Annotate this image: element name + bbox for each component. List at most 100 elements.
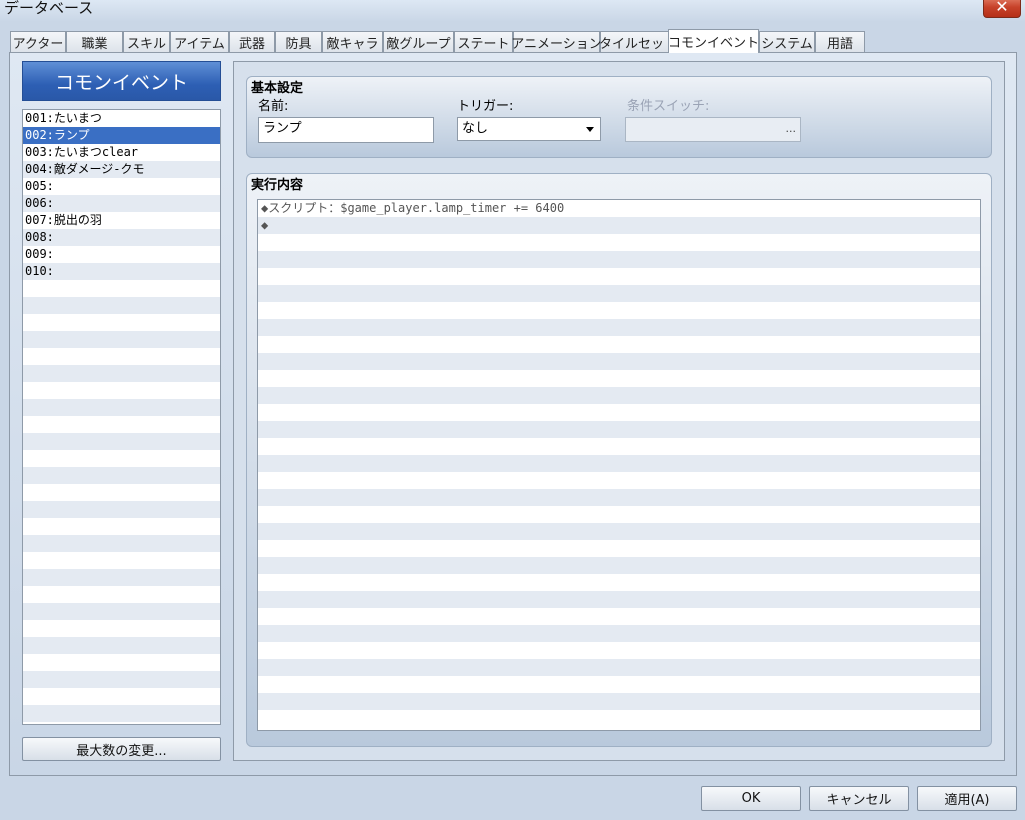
command-row[interactable] — [258, 319, 980, 336]
list-item[interactable] — [23, 603, 220, 620]
chevron-down-icon — [586, 127, 594, 132]
command-row[interactable] — [258, 608, 980, 625]
close-button[interactable]: ✕ — [983, 0, 1021, 18]
list-item[interactable] — [23, 416, 220, 433]
tab-5[interactable]: 防具 — [275, 31, 322, 52]
list-item[interactable]: 003:たいまつclear — [23, 144, 220, 161]
command-row[interactable] — [258, 574, 980, 591]
apply-button[interactable]: 適用(A) — [917, 786, 1017, 811]
command-row[interactable] — [258, 523, 980, 540]
list-item[interactable] — [23, 705, 220, 722]
list-item[interactable]: 002:ランプ — [23, 127, 220, 144]
command-row[interactable] — [258, 557, 980, 574]
command-row[interactable] — [258, 642, 980, 659]
command-row[interactable] — [258, 540, 980, 557]
command-row[interactable]: ◆スクリプト：$game_player.lamp_timer += 6400 — [258, 200, 980, 217]
command-row[interactable] — [258, 693, 980, 710]
tab-11[interactable]: コモンイベント — [668, 29, 759, 53]
list-item[interactable] — [23, 654, 220, 671]
list-item[interactable]: 006: — [23, 195, 220, 212]
list-item[interactable] — [23, 280, 220, 297]
command-row[interactable] — [258, 302, 980, 319]
list-item[interactable]: 008: — [23, 229, 220, 246]
tab-12[interactable]: システム — [759, 31, 815, 52]
command-row[interactable] — [258, 455, 980, 472]
tab-10[interactable]: タイルセット — [599, 31, 677, 52]
list-item[interactable] — [23, 620, 220, 637]
list-item[interactable] — [23, 297, 220, 314]
tab-8[interactable]: ステート — [454, 31, 513, 52]
command-row[interactable] — [258, 710, 980, 727]
trigger-select[interactable]: なし — [457, 117, 601, 141]
list-item[interactable] — [23, 637, 220, 654]
command-list[interactable]: ◆スクリプト：$game_player.lamp_timer += 6400 ◆ — [257, 199, 981, 731]
common-event-list[interactable]: 001:たいまつ 002:ランプ 003:たいまつclear 004:敵ダメージ-クモ… — [22, 109, 221, 725]
command-row[interactable] — [258, 234, 980, 251]
list-item[interactable]: 004:敵ダメージ-クモ — [23, 161, 220, 178]
command-row[interactable] — [258, 438, 980, 455]
tab-3[interactable]: アイテム — [170, 31, 229, 52]
list-item[interactable] — [23, 450, 220, 467]
command-row[interactable] — [258, 370, 980, 387]
basic-settings-group: 基本設定 名前: ランプ トリガー: なし 条件スイッチ: ... — [246, 76, 992, 158]
command-row[interactable] — [258, 421, 980, 438]
ellipsis-icon: ... — [785, 122, 797, 135]
command-row[interactable] — [258, 659, 980, 676]
cancel-button[interactable]: キャンセル — [809, 786, 909, 811]
tab-2[interactable]: スキル — [123, 31, 170, 52]
contents-title: 実行内容 — [251, 178, 304, 193]
tab-13[interactable]: 用語 — [815, 31, 865, 52]
tab-7[interactable]: 敵グループ — [383, 31, 454, 52]
command-row[interactable] — [258, 625, 980, 642]
command-row[interactable] — [258, 591, 980, 608]
list-item[interactable] — [23, 518, 220, 535]
list-item[interactable] — [23, 569, 220, 586]
tab-6[interactable]: 敵キャラ — [322, 31, 383, 52]
list-item[interactable] — [23, 331, 220, 348]
trigger-label: トリガー: — [457, 99, 514, 114]
tab-0[interactable]: アクター — [10, 31, 66, 52]
sidebar-header: コモンイベント — [22, 61, 221, 101]
list-item[interactable] — [23, 586, 220, 603]
command-row[interactable] — [258, 506, 980, 523]
tab-9[interactable]: アニメーション — [511, 31, 602, 52]
list-item[interactable] — [23, 365, 220, 382]
list-item[interactable] — [23, 501, 220, 518]
command-row[interactable] — [258, 676, 980, 693]
command-row[interactable] — [258, 489, 980, 506]
list-item[interactable] — [23, 314, 220, 331]
list-item[interactable]: 001:たいまつ — [23, 110, 220, 127]
name-label: 名前: — [258, 99, 289, 114]
title-bar: データベース ✕ — [0, 0, 1025, 22]
tab-4[interactable]: 武器 — [229, 31, 275, 52]
basic-settings-title: 基本設定 — [251, 81, 304, 96]
list-item[interactable] — [23, 688, 220, 705]
name-input[interactable]: ランプ — [258, 117, 434, 143]
command-row[interactable]: ◆ — [258, 217, 980, 234]
list-item[interactable] — [23, 484, 220, 501]
list-item[interactable] — [23, 552, 220, 569]
list-item[interactable]: 005: — [23, 178, 220, 195]
list-item[interactable]: 010: — [23, 263, 220, 280]
list-item[interactable] — [23, 467, 220, 484]
command-row[interactable] — [258, 353, 980, 370]
change-max-button[interactable]: 最大数の変更... — [22, 737, 221, 761]
list-item[interactable] — [23, 382, 220, 399]
list-item[interactable] — [23, 671, 220, 688]
list-item[interactable]: 007:脱出の羽 — [23, 212, 220, 229]
ok-button[interactable]: OK — [701, 786, 801, 811]
list-item[interactable]: 009: — [23, 246, 220, 263]
command-row[interactable] — [258, 404, 980, 421]
command-row[interactable] — [258, 472, 980, 489]
command-row[interactable] — [258, 336, 980, 353]
list-item[interactable] — [23, 433, 220, 450]
command-row[interactable] — [258, 387, 980, 404]
command-row[interactable] — [258, 268, 980, 285]
tab-1[interactable]: 職業 — [66, 31, 123, 52]
list-item[interactable] — [23, 399, 220, 416]
command-row[interactable] — [258, 285, 980, 302]
command-row[interactable] — [258, 251, 980, 268]
list-item[interactable] — [23, 348, 220, 365]
trigger-value: なし — [462, 121, 489, 136]
list-item[interactable] — [23, 535, 220, 552]
